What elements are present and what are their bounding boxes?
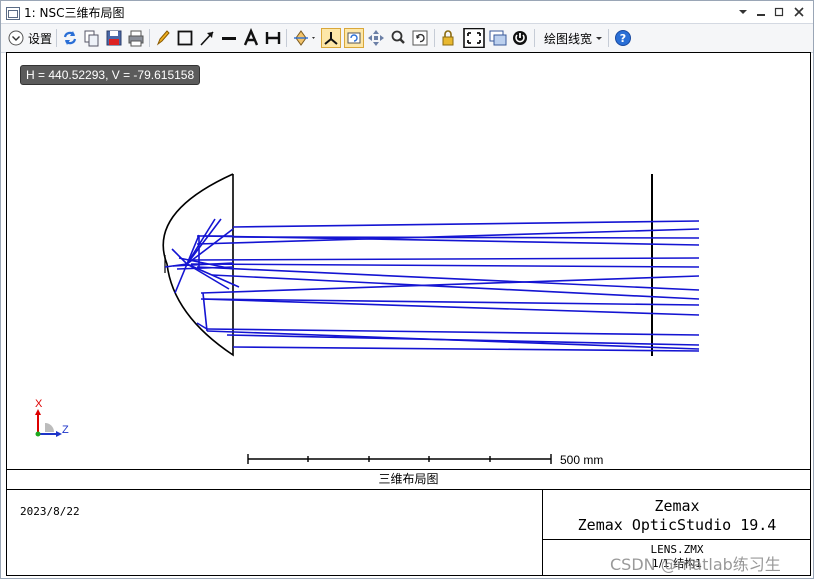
reset-view-icon[interactable]	[411, 28, 429, 48]
toolbar: 设置 绘图线宽 ?	[1, 24, 813, 53]
rotate-toggle-icon[interactable]	[344, 28, 364, 48]
scale-label: 500 mm	[560, 453, 604, 467]
dimension-icon[interactable]	[264, 28, 282, 48]
ray	[190, 263, 700, 268]
ray	[232, 346, 700, 352]
layout-window: 1: NSC三维布局图 设置 绘图线宽 ? H = 440.52293, V =…	[0, 0, 814, 579]
settings-button[interactable]: 设置	[28, 30, 52, 47]
text-icon[interactable]	[242, 28, 260, 48]
axis-view-icon[interactable]	[321, 28, 341, 48]
minimize-icon[interactable]	[753, 4, 769, 20]
ray	[226, 334, 700, 346]
lock-icon[interactable]	[439, 28, 457, 48]
help-icon[interactable]: ?	[614, 28, 632, 48]
svg-text:?: ?	[620, 32, 626, 45]
arrow-icon[interactable]	[198, 28, 216, 48]
axis-x-label: X	[35, 398, 43, 410]
ray	[171, 248, 188, 265]
watermark: CSDN @matlab练习生	[610, 555, 781, 574]
copy-icon[interactable]	[83, 28, 101, 48]
print-icon[interactable]	[127, 28, 145, 48]
window-layout-icon[interactable]	[489, 28, 507, 48]
pencil-icon[interactable]	[154, 28, 172, 48]
zoom-icon[interactable]	[389, 28, 407, 48]
layout-plot	[35, 173, 700, 464]
company-label: Zemax	[654, 497, 700, 515]
rectangle-icon[interactable]	[176, 28, 194, 48]
layout-canvas[interactable]: H = 440.52293, V = -79.615158 X Z 500 mm…	[6, 52, 811, 576]
plot-title: 三维布局图	[7, 469, 810, 490]
product-label: Zemax OpticStudio 19.4	[577, 516, 777, 534]
linewidth-dropdown[interactable]: 绘图线宽	[544, 30, 592, 47]
axis-z-label: Z	[62, 424, 69, 436]
rotate-view-icon[interactable]	[292, 28, 318, 48]
ray-bundle	[164, 218, 700, 352]
settings-chevron-icon[interactable]	[7, 28, 25, 48]
dropdown-arrow-icon[interactable]	[595, 28, 603, 48]
maximize-icon[interactable]	[771, 4, 787, 20]
window-icon	[6, 5, 20, 20]
axis-triad	[35, 409, 62, 437]
ray	[232, 220, 700, 228]
pan-icon[interactable]	[367, 28, 385, 48]
close-icon[interactable]	[791, 4, 807, 20]
scale-bar	[247, 454, 552, 464]
title-bar: 1: NSC三维布局图	[1, 1, 813, 24]
power-icon[interactable]	[511, 28, 529, 48]
save-icon[interactable]	[105, 28, 123, 48]
refresh-icon[interactable]	[61, 28, 79, 48]
chevron-down-icon[interactable]	[735, 4, 751, 20]
date-label: 2023/8/22	[20, 505, 80, 518]
line-icon[interactable]	[220, 28, 238, 48]
window-title: 1: NSC三维布局图	[24, 6, 125, 20]
fit-window-icon[interactable]	[463, 28, 485, 48]
ray	[190, 257, 700, 261]
